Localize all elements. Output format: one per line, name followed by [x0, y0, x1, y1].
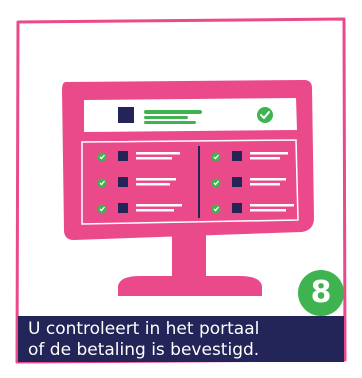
step-caption: U controleert in het portaal of de betal…: [18, 316, 344, 362]
header-square-icon: [118, 107, 134, 123]
confirmed-check-icon: [257, 107, 273, 123]
step-number-badge: 8: [298, 270, 344, 316]
caption-line-1: U controleert in het portaal: [28, 319, 260, 339]
step-card: 8 U controleert in het portaal of de bet…: [0, 0, 362, 378]
monitor-stand: [118, 230, 262, 296]
portal-header-bar: [84, 98, 297, 132]
caption-line-2: of de betaling is bevestigd.: [28, 340, 260, 360]
